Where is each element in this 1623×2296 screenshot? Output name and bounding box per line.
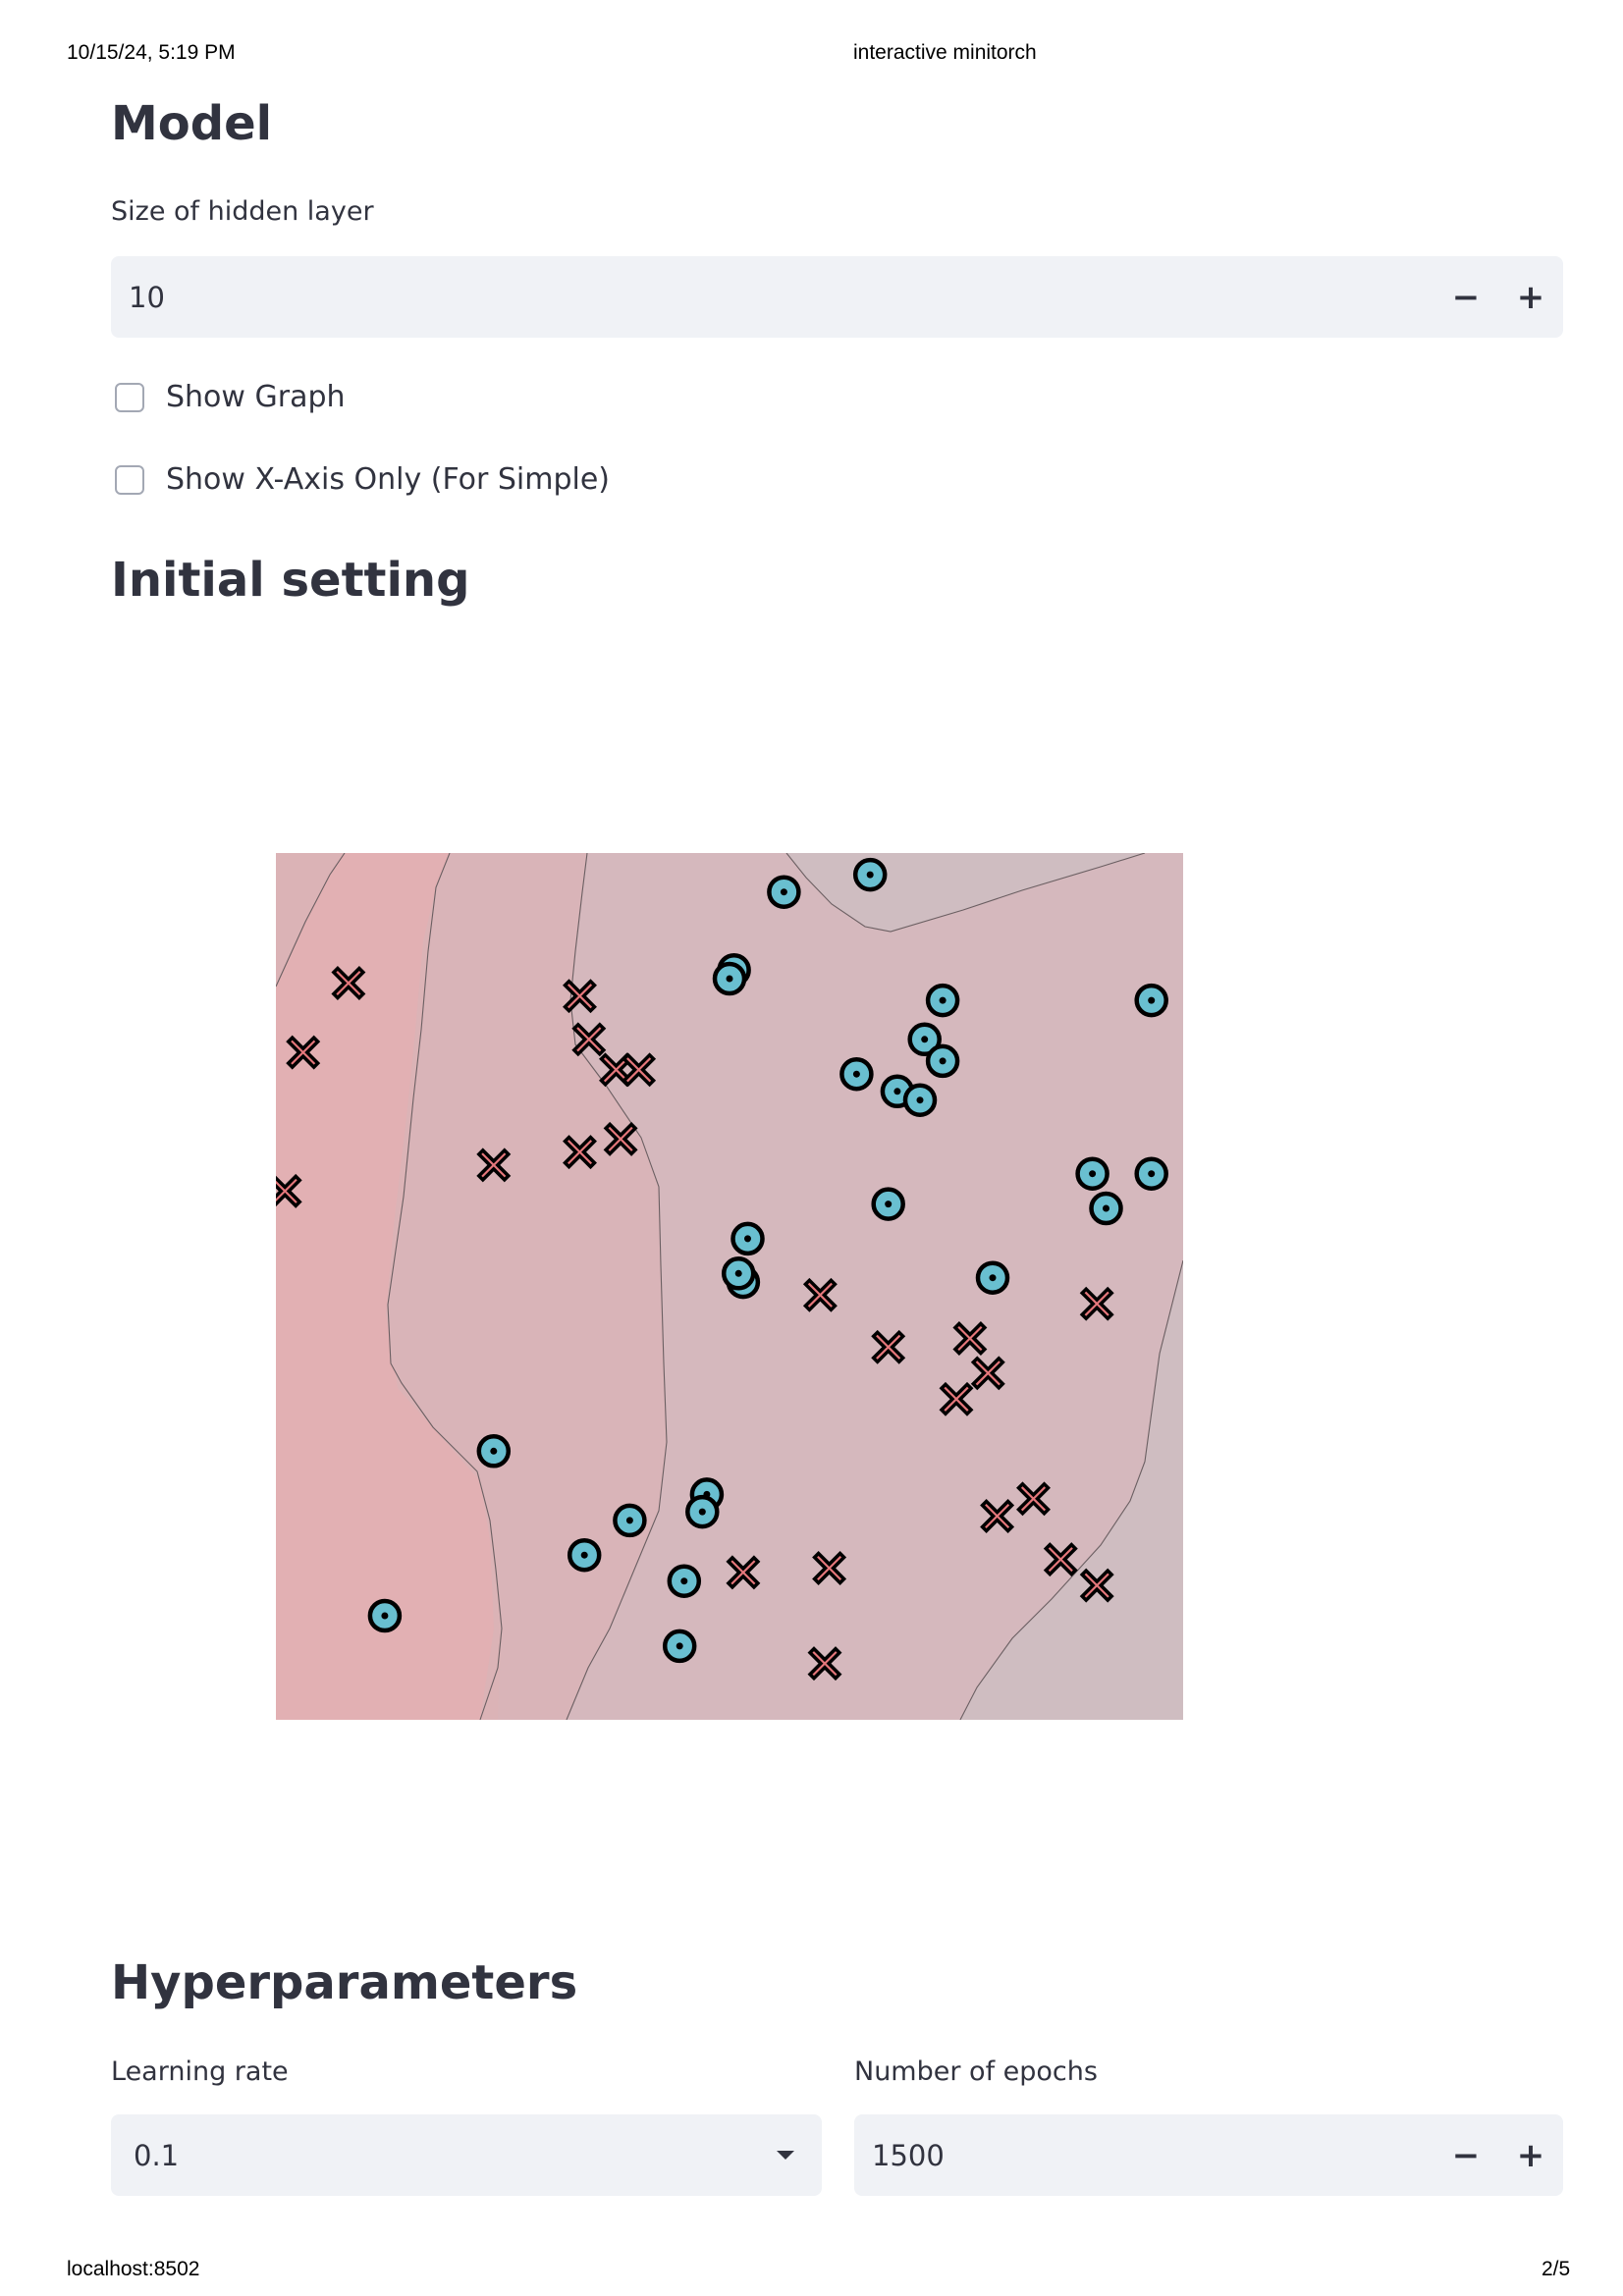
circle-marker-point: [767, 875, 801, 909]
circle-marker-point: [613, 1503, 647, 1538]
circle-marker-point: [852, 857, 888, 892]
hidden-layer-decrement-button[interactable]: −: [1434, 256, 1498, 338]
show-x-axis-checkbox-row[interactable]: Show X-Axis Only (For Simple): [115, 462, 610, 497]
circle-marker-point: [662, 1629, 697, 1664]
model-heading: Model: [111, 96, 273, 151]
circle-marker-point: [1134, 983, 1168, 1018]
circle-marker-point: [667, 1564, 702, 1598]
circle-marker-point: [871, 1187, 905, 1221]
epochs-value[interactable]: 1500: [854, 2139, 1434, 2172]
epochs-decrement-button[interactable]: −: [1434, 2114, 1498, 2196]
learning-rate-label: Learning rate: [111, 2056, 289, 2087]
circle-marker-point: [925, 983, 960, 1018]
learning-rate-select[interactable]: 0.1: [111, 2114, 822, 2196]
show-graph-checkbox[interactable]: [115, 382, 144, 412]
decision-boundary-plot: [276, 853, 1183, 1720]
chevron-down-icon[interactable]: [777, 2151, 794, 2160]
hidden-layer-increment-button[interactable]: +: [1498, 256, 1563, 338]
show-x-axis-label: Show X-Axis Only (For Simple): [166, 462, 610, 497]
circle-marker-point: [567, 1537, 602, 1573]
circle-marker-point: [476, 1434, 512, 1468]
circle-marker-point: [712, 961, 747, 996]
circle-marker-point: [975, 1260, 1010, 1295]
circle-marker-point: [367, 1598, 403, 1633]
epochs-increment-button[interactable]: +: [1498, 2114, 1563, 2196]
circle-marker-point: [685, 1494, 720, 1529]
show-x-axis-checkbox[interactable]: [115, 464, 144, 495]
hyperparameters-heading: Hyperparameters: [111, 1955, 578, 2010]
circle-marker-point: [925, 1043, 960, 1079]
print-datetime: 10/15/24, 5:19 PM: [67, 41, 236, 64]
show-graph-label: Show Graph: [166, 380, 346, 414]
print-page-number: 2/5: [1542, 2258, 1571, 2280]
hidden-layer-value[interactable]: 10: [111, 281, 1434, 314]
circle-marker-point: [721, 1256, 756, 1291]
circle-marker-point: [1089, 1191, 1123, 1226]
hidden-layer-label: Size of hidden layer: [111, 196, 374, 227]
circle-marker-point: [902, 1083, 938, 1117]
initial-setting-heading: Initial setting: [111, 553, 470, 608]
circle-marker-point: [730, 1221, 765, 1256]
circle-marker-point: [839, 1056, 874, 1092]
print-url: localhost:8502: [67, 2258, 200, 2280]
print-title: interactive minitorch: [853, 41, 1037, 64]
epochs-input[interactable]: 1500 − +: [854, 2114, 1563, 2196]
circle-marker-point: [1075, 1156, 1109, 1191]
circle-marker-point: [1134, 1156, 1168, 1191]
epochs-label: Number of epochs: [854, 2056, 1098, 2087]
hidden-layer-input[interactable]: 10 − +: [111, 256, 1563, 338]
show-graph-checkbox-row[interactable]: Show Graph: [115, 380, 346, 414]
learning-rate-value[interactable]: 0.1: [111, 2139, 777, 2172]
